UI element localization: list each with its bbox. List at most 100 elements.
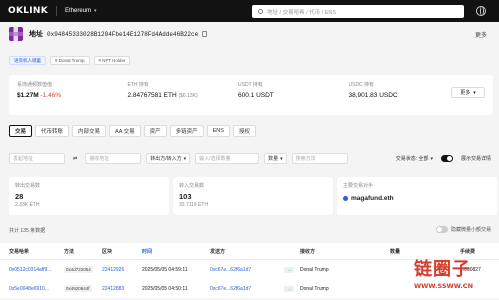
tx-block[interactable]: 22412926 — [94, 267, 134, 273]
arrow-right-icon: → — [284, 266, 294, 273]
search-input[interactable]: 地址 / 交易哈希 / 代币 / ENS — [252, 5, 464, 18]
counterparty-ens: magafund.eth — [351, 195, 394, 202]
details-toggle-label: 展示交易详情 — [460, 156, 491, 162]
hide-small-toggle[interactable]: 隐藏微量小额交易 — [435, 226, 491, 233]
amount-input[interactable]: 输入/选择数量 — [195, 153, 260, 164]
hide-small-label: 隐藏微量小额交易 — [450, 227, 491, 233]
method-search-input[interactable]: 搜索方法 — [291, 153, 348, 164]
details-toggle[interactable] — [440, 155, 453, 162]
card-sub: 33.7119 ETH — [179, 202, 209, 208]
col-method: 方法 — [64, 248, 75, 255]
tx-to[interactable]: Donal Trump — [300, 267, 390, 273]
col-fee: 手续费 — [460, 248, 476, 255]
filter-bar: 发起地址 ⇄ 接收地址 转出方/转入方 ▾ 输入/选择数量 数量 ▾ 搜索方法 交易… — [9, 153, 499, 164]
tab-multichain[interactable]: 多链资产 — [169, 125, 204, 137]
stat-label: USDC 持有 — [348, 82, 375, 88]
arrow-right-icon: → — [284, 285, 294, 292]
address-avatar — [9, 27, 23, 41]
tx-time: 2025/05/05 04:59:11 — [142, 266, 188, 273]
search-placeholder: 地址 / 交易哈希 / 代币 / ENS — [267, 9, 337, 16]
col-amount: 数量 — [390, 248, 401, 255]
select-label: 交易状态: 全部 — [395, 156, 429, 162]
col-time[interactable]: 时间 — [134, 248, 202, 255]
copy-icon[interactable] — [202, 31, 208, 37]
stat-value: 600.1 USDT — [238, 92, 274, 99]
tx-from[interactable]: 0xc67e...62f6a1d7 — [202, 267, 284, 273]
stat-change: -1.46% — [40, 92, 62, 99]
site-watermark: 链圈子 WWW.SSWW.CN — [414, 255, 499, 300]
stat-value: $1.27M — [17, 92, 39, 99]
more-button[interactable]: 更多 — [475, 30, 487, 39]
tx-from[interactable]: 0xc67e...62f6a1d7 — [202, 286, 284, 292]
nav-divider — [56, 6, 58, 16]
stat-usdt: USDT 持有 600.1 USDT — [230, 75, 341, 115]
stat-total-value: 系饰通频数值值 $1.27M -1.46% — [9, 75, 120, 115]
stat-value: 38,901.83 USDC — [348, 92, 398, 99]
incoming-card: 转入交易数 103 33.7119 ETH — [173, 177, 333, 215]
direction-select[interactable]: 转出方/转入方 ▾ — [146, 153, 191, 164]
select-label: 数量 — [268, 156, 279, 162]
stat-label: USDT 持有 — [238, 82, 263, 88]
swap-icon[interactable]: ⇄ — [70, 153, 80, 164]
outgoing-card: 转出交易数 28 2.33K ETH — [9, 177, 169, 215]
watermark-title: 链圈子 — [414, 259, 471, 280]
counterparty-link[interactable]: magafund.eth — [343, 195, 491, 202]
tx-method: 0x4920644f — [64, 284, 92, 292]
tab-internal[interactable]: 内部交易 — [72, 125, 107, 137]
stat-label: ETH 持有 — [127, 82, 149, 88]
card-value: 103 — [179, 192, 192, 201]
address-tags: 语资机人储蓄 # Donal Trump # NFT Holder — [9, 56, 131, 65]
summary-cards: 转出交易数 28 2.33K ETH 转入交易数 103 33.7119 ETH… — [9, 177, 497, 215]
stat-value-line: $1.27M -1.46% — [17, 92, 112, 99]
status-select[interactable]: 交易状态: 全部 ▾ — [393, 153, 436, 164]
type-select[interactable]: 数量 ▾ — [264, 153, 287, 164]
globe-icon[interactable] — [476, 6, 486, 16]
counterparty-card: 主要交易对手 magafund.eth — [337, 177, 497, 215]
tab-transactions[interactable]: 交易 — [9, 125, 33, 137]
chain-selector[interactable]: Ethereum ▾ — [65, 8, 97, 14]
hide-small-switch[interactable] — [435, 226, 448, 233]
ens-icon — [343, 196, 348, 201]
tab-approvals[interactable]: 授权 — [232, 125, 256, 137]
direction-cell: → — [284, 266, 300, 273]
select-label: 转出方/转入方 — [150, 156, 182, 162]
tx-time: 2025/05/05 04:50:11 — [142, 285, 188, 292]
select-label: 更多 — [460, 90, 471, 96]
tag-label[interactable]: # Donal Trump — [50, 56, 90, 65]
card-value: 28 — [15, 192, 24, 201]
oklink-logo[interactable]: OKLINK — [8, 6, 48, 16]
chevron-down-icon: ▾ — [430, 155, 433, 162]
chevron-down-icon: ▾ — [473, 89, 476, 96]
stats-panel: 系饰通频数值值 $1.27M -1.46% ETH 持有 2.84767581 … — [9, 75, 493, 115]
stats-more-select[interactable]: 更多 ▾ — [451, 87, 485, 98]
top-nav: OKLINK Ethereum ▾ 地址 / 交易哈希 / 代币 / ENS — [0, 0, 499, 22]
tx-method-cell: 0x4d722054 — [64, 265, 94, 273]
chevron-down-icon: ▾ — [94, 8, 97, 14]
card-label: 主要交易对手 — [343, 183, 374, 189]
tx-method-cell: 0x4920644f — [64, 284, 94, 292]
col-block: 区块 — [102, 248, 113, 255]
tag-label[interactable]: # NFT Holder — [93, 56, 131, 65]
from-address-input[interactable]: 发起地址 — [9, 153, 65, 164]
tab-token-transfers[interactable]: 代币转账 — [35, 125, 70, 137]
tab-assets[interactable]: 资产 — [143, 125, 167, 137]
direction-cell: → — [284, 285, 300, 292]
card-label: 转出交易数 — [15, 183, 41, 189]
address-header: 地址 0x94845333028B1204Fbe14E1278Fd4Adde46… — [9, 27, 493, 41]
stat-usd: ($6.13K) — [178, 93, 198, 99]
tab-bar: 交易 代币转账 内部交易 AA 交易 资产 多链资产 ENS 授权 — [9, 125, 256, 137]
tab-aa[interactable]: AA 交易 — [109, 125, 141, 137]
chevron-down-icon: ▾ — [183, 155, 187, 162]
tx-hash[interactable]: 0x0512c0314aff9... — [0, 267, 64, 273]
search-icon — [258, 9, 263, 14]
total-count: 共计 135 条数据 — [9, 228, 46, 234]
to-address-input[interactable]: 接收地址 — [85, 153, 142, 164]
tx-block[interactable]: 22412883 — [94, 286, 134, 292]
stat-value-line: 2.84767581 ETH ($6.13K) — [128, 92, 223, 99]
col-hash: 交易哈希 — [9, 248, 30, 255]
tx-hash[interactable]: 0x5e0048e6910... — [0, 286, 64, 292]
tab-ens[interactable]: ENS — [206, 125, 230, 137]
stat-label: 系饰通频数值值 — [17, 82, 53, 88]
tag-label[interactable]: 语资机人储蓄 — [9, 56, 46, 65]
tx-to[interactable]: Donal Trump — [300, 286, 390, 292]
